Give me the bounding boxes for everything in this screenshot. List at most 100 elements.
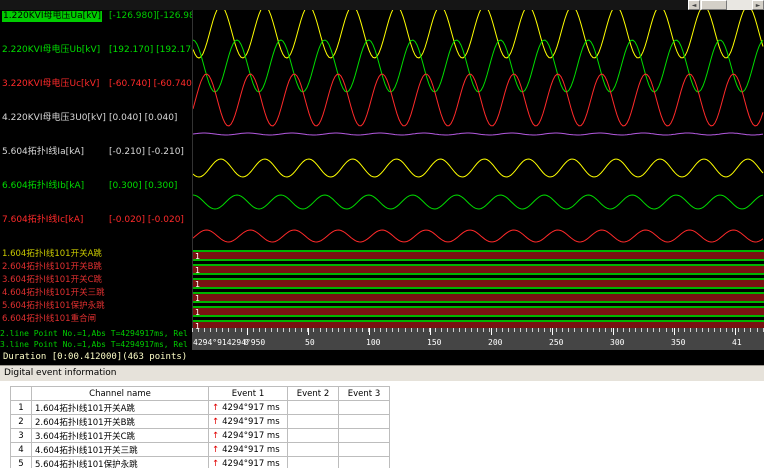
analog-plot-area[interactable] [192,10,764,248]
time-axis-minor-tick [598,328,600,332]
horizontal-scrollbar[interactable]: ◄ ► [688,0,764,10]
analog-label-column: 1.220KVⅠ母电压Ua[kV] [-126.980][-126.980] 2… [0,10,192,248]
analog-trace-5 [193,158,764,178]
analog-channel-name[interactable]: 2.220KVⅠ母电压Ub[kV] [2,45,100,56]
time-axis-minor-tick [519,328,521,332]
analog-channel-values: [-0.020] [-0.020] [109,215,184,225]
time-axis-minor-tick [689,328,691,332]
time-axis-minor-tick [192,328,193,332]
event-table-row[interactable]: 5 5.604拓扑Ⅰ线101保护永跳 ↑ 4294°917 ms [10,456,390,468]
time-axis-minor-tick [495,328,497,332]
event-table-row[interactable]: 2 2.604拓扑Ⅰ线101开关B跳 ↑ 4294°917 ms [10,414,390,429]
time-axis-minor-tick [228,328,230,332]
time-axis-label: 300 [610,338,625,347]
time-axis-minor-tick [301,328,303,332]
analog-channel-name[interactable]: 5.604拓扑Ⅰ线Ia[kA] [2,147,84,158]
analog-channel-row[interactable]: 3.220KVⅠ母电压Uc[kV] [-60.740] [-60.740] [0,78,192,112]
time-axis-minor-tick [507,328,509,332]
time-axis-major-tick [430,328,431,335]
time-axis-major-tick [308,328,309,335]
event-table-row[interactable]: 4 4.604拓扑Ⅰ线101开关三跳 ↑ 4294°917 ms [10,442,390,457]
time-axis-minor-tick [531,328,533,332]
scroll-left-button[interactable]: ◄ [688,0,700,10]
digital-channel-name[interactable]: 1.604拓扑Ⅰ线101开关A跳 [0,248,192,261]
time-axis-minor-tick [264,328,266,332]
duration-status: Duration [0:00.412000](463 points) [0,350,764,365]
scroll-right-button[interactable]: ► [752,0,764,10]
analog-channel-row[interactable]: 5.604拓扑Ⅰ线Ia[kA] [-0.210] [-0.210] [0,146,192,180]
analog-channel-row[interactable]: 4.220KVⅠ母电压3U0[kV] [0.040] [0.040] [0,112,192,146]
time-axis-minor-tick [568,328,570,332]
event-table-row[interactable]: 1 1.604拓扑Ⅰ线101开关A跳 ↑ 4294°917 ms [10,400,390,415]
time-axis-minor-tick [623,328,624,332]
time-axis-minor-tick [240,328,242,332]
digital-bars-column[interactable]: 1 1 1 1 1 1 [192,248,764,331]
digital-trace-row: 1 [193,292,764,305]
analog-channel-values: [-60.740] [-60.740] [109,79,192,89]
digital-channel-name[interactable]: 6.604拓扑Ⅰ线101重合闸 [0,313,192,326]
time-axis-minor-tick [732,328,734,332]
analog-channel-values: [-0.210] [-0.210] [109,147,184,157]
event-table-row[interactable]: 3 3.604拓扑Ⅰ线101开关C跳 ↑ 4294°917 ms [10,428,390,443]
time-axis-minor-tick [258,328,260,332]
event-row-index: 1 [10,400,32,415]
digital-channel-name[interactable]: 2.604拓扑Ⅰ线101开关B跳 [0,261,192,274]
analog-channel-row[interactable]: 7.604拓扑Ⅰ线Ic[kA] [-0.020] [-0.020] [0,214,192,248]
analog-channel-row[interactable]: 1.220KVⅠ母电压Ua[kV] [-126.980][-126.980] [0,10,192,44]
analog-trace-1 [193,10,764,59]
digital-state-bar [193,250,764,261]
time-axis-minor-tick [410,328,412,332]
digital-state-value: 1 [195,252,201,261]
event-row-index: 2 [10,414,32,429]
digital-section: 1.604拓扑Ⅰ线101开关A跳 2.604拓扑Ⅰ线101开关B跳 3.604拓扑Ⅰ… [0,248,764,331]
time-axis-major-tick [491,328,492,335]
analog-channel-name[interactable]: 1.220KVⅠ母电压Ua[kV] [2,11,102,22]
time-axis-minor-tick [738,328,740,332]
event1-cell: ↑ 4294°917 ms [208,400,288,415]
digital-channel-name[interactable]: 4.604拓扑Ⅰ线101开关三跳 [0,287,192,300]
time-axis-minor-tick [319,328,321,332]
digital-channel-name[interactable]: 3.604拓扑Ⅰ线101开关C跳 [0,274,192,287]
time-axis-minor-tick [343,328,345,332]
time-axis-minor-tick [762,328,764,332]
time-axis-minor-tick [501,328,503,332]
scrollbar-track[interactable] [700,0,752,10]
analog-channel-row[interactable]: 6.604拓扑Ⅰ线Ib[kA] [0.300] [0.300] [0,180,192,214]
time-axis-minor-tick [604,328,606,332]
analog-channel-name[interactable]: 7.604拓扑Ⅰ线Ic[kA] [2,215,83,226]
analog-channel-values: [0.300] [0.300] [109,181,178,191]
time-axis-minor-tick [392,328,394,332]
analog-channel-name[interactable]: 6.604拓扑Ⅰ线Ib[kA] [2,181,84,192]
cursor-line-1-status: 2.line Point No.=1,Abs T=4294917ms, Rel … [0,329,192,338]
header-index [10,386,32,401]
analog-channel-values: [-126.980][-126.980] [109,11,192,21]
time-axis-minor-tick [362,328,363,332]
time-axis-label: 100 [366,338,381,347]
time-axis-minor-tick [744,328,746,332]
time-axis-major-tick [735,328,736,335]
time-axis-minor-tick [386,328,388,332]
time-axis[interactable]: 4294°914294°950 0 50 100 150 200 250 300 350 41 [192,328,764,350]
analog-trace-7 [193,229,764,243]
waveform-viewer: 1.220KVⅠ母电压Ua[kV] [-126.980][-126.980] 2… [0,10,764,365]
time-axis-minor-tick [586,328,588,332]
time-axis-minor-tick [374,328,376,332]
scrollbar-thumb[interactable] [701,0,727,10]
digital-channel-name[interactable]: 5.604拓扑Ⅰ线101保护永跳 [0,300,192,313]
top-bar: ◄ ► [0,0,764,10]
event2-cell [287,428,339,443]
time-axis-abs-label: 4294°914294°950 [193,338,266,347]
time-axis-minor-tick [714,328,715,332]
time-axis-label: 41 [732,338,742,347]
event1-arrow-icon: ↑ [212,430,220,441]
analog-channel-name[interactable]: 4.220KVⅠ母电压3U0[kV] [2,113,106,124]
analog-channel-name[interactable]: 3.220KVⅠ母电压Uc[kV] [2,79,99,90]
time-axis-minor-tick [708,328,709,332]
time-axis-minor-tick [750,328,752,332]
time-axis-minor-tick [446,328,448,332]
time-axis-minor-tick [270,328,272,332]
time-axis-minor-tick [380,328,382,332]
time-axis-minor-tick [434,328,436,332]
analog-trace-4 [193,132,764,136]
analog-channel-row[interactable]: 2.220KVⅠ母电压Ub[kV] [192.170] [192.170] [0,44,192,78]
